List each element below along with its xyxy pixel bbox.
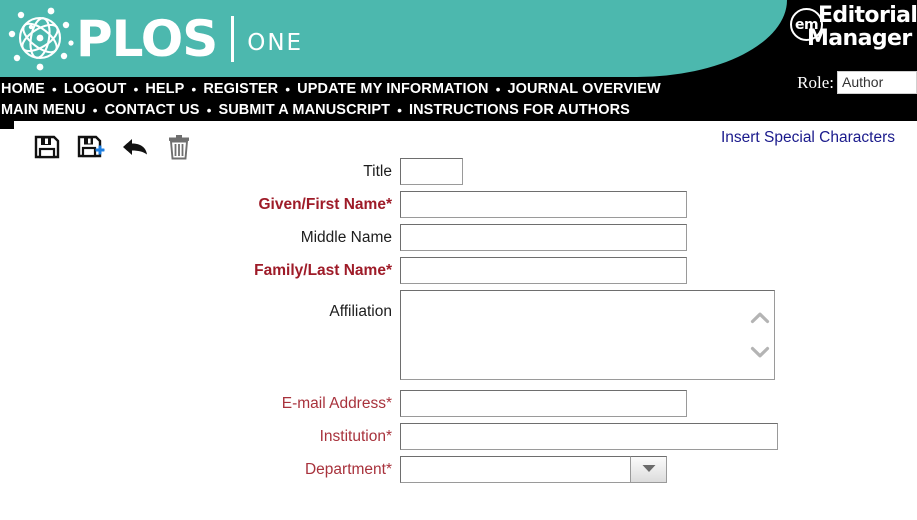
plos-wordmark: PLOS ONE — [76, 6, 303, 72]
brand-divider — [231, 16, 235, 62]
nav-item-help[interactable]: HELP — [145, 81, 184, 97]
middle-name-label: Middle Name — [300, 228, 392, 246]
given-name-input[interactable] — [400, 191, 687, 218]
field-row-institution: Institution* — [0, 423, 917, 450]
chevron-up-icon[interactable] — [750, 311, 770, 324]
page-header: PLOS ONE em Editorial Manager Role: Auth… — [0, 0, 917, 121]
nav-item-contact-us[interactable]: CONTACT US — [105, 102, 200, 118]
trash-icon[interactable] — [165, 133, 193, 161]
plos-one-text: ONE — [247, 29, 304, 56]
affiliation-label: Affiliation — [329, 303, 392, 320]
institution-input[interactable] — [400, 423, 778, 450]
author-details-form: Title Given/First Name* Middle Name Fami… — [0, 158, 917, 489]
nav-separator: • — [133, 80, 139, 97]
nav-item-register[interactable]: REGISTER — [203, 81, 278, 97]
nav-item-logout[interactable]: LOGOUT — [64, 81, 127, 97]
title-label: Title — [363, 162, 392, 180]
field-row-department: Department* — [0, 456, 917, 483]
field-row-given-name: Given/First Name* — [0, 191, 917, 218]
nav-separator: • — [285, 80, 291, 97]
nav-item-submit-a-manuscript[interactable]: SUBMIT A MANUSCRIPT — [218, 102, 390, 118]
affiliation-textarea[interactable] — [401, 291, 748, 379]
field-row-family-name: Family/Last Name* — [0, 257, 917, 284]
nav-item-update-my-information[interactable]: UPDATE MY INFORMATION — [297, 81, 488, 97]
back-arrow-icon[interactable] — [121, 133, 149, 161]
department-dropdown-button[interactable] — [630, 456, 667, 483]
field-row-email: E-mail Address* — [0, 390, 917, 417]
nav-separator: • — [397, 101, 402, 118]
title-input[interactable] — [400, 158, 463, 185]
save-and-add-icon[interactable] — [77, 133, 105, 161]
email-label: E-mail Address* — [281, 394, 392, 412]
nav-separator: • — [495, 80, 501, 97]
editorial-manager-page: PLOS ONE em Editorial Manager Role: Auth… — [0, 0, 917, 520]
header-left-stub — [0, 121, 14, 129]
affiliation-textarea-wrapper — [400, 290, 775, 380]
given-name-label: Given/First Name* — [258, 195, 392, 213]
family-name-label: Family/Last Name* — [254, 261, 392, 279]
nav-separator: • — [206, 101, 212, 118]
nav-item-journal-overview[interactable]: JOURNAL OVERVIEW — [507, 81, 660, 97]
main-navigation: HOME • LOGOUT • HELP • REGISTER • UPDATE MY INFO… — [0, 76, 917, 120]
field-row-affiliation: Affiliation — [0, 290, 917, 380]
nav-row-primary: HOME • LOGOUT • HELP • REGISTER • UPDATE MY INFO… — [0, 78, 917, 99]
nav-separator: • — [92, 101, 98, 118]
editorial-manager-logo: em Editorial Manager — [785, 4, 917, 58]
nav-item-instructions-for-authors[interactable]: INSTRUCTIONS FOR AUTHORS — [409, 102, 630, 118]
nav-row-secondary: MAIN MENU • CONTACT US • SUBMIT A MANUSCRIPT… — [0, 99, 917, 120]
institution-label: Institution* — [319, 427, 392, 445]
department-label: Department* — [304, 460, 392, 478]
email-input[interactable] — [400, 390, 687, 417]
save-icon[interactable] — [33, 133, 61, 161]
insert-special-characters-link[interactable]: Insert Special Characters — [721, 129, 895, 147]
nav-item-main-menu[interactable]: MAIN MENU — [1, 102, 86, 118]
chevron-down-icon — [641, 461, 657, 479]
em-manager-text: Manager — [807, 26, 912, 51]
affiliation-scrollbar[interactable] — [746, 291, 774, 379]
nav-item-home[interactable]: HOME — [1, 81, 45, 97]
chevron-down-icon[interactable] — [750, 346, 770, 359]
middle-name-input[interactable] — [400, 224, 687, 251]
plos-brand-text: PLOS — [76, 10, 218, 68]
action-toolbar — [33, 133, 193, 161]
nav-separator: • — [191, 80, 197, 97]
department-combobox — [400, 456, 667, 483]
field-row-middle-name: Middle Name — [0, 224, 917, 251]
family-name-input[interactable] — [400, 257, 687, 284]
em-editorial-text: Editorial — [818, 3, 917, 28]
field-row-title: Title — [0, 158, 917, 185]
plos-orb-icon — [4, 3, 76, 73]
department-input[interactable] — [400, 456, 630, 483]
nav-separator: • — [51, 80, 57, 97]
